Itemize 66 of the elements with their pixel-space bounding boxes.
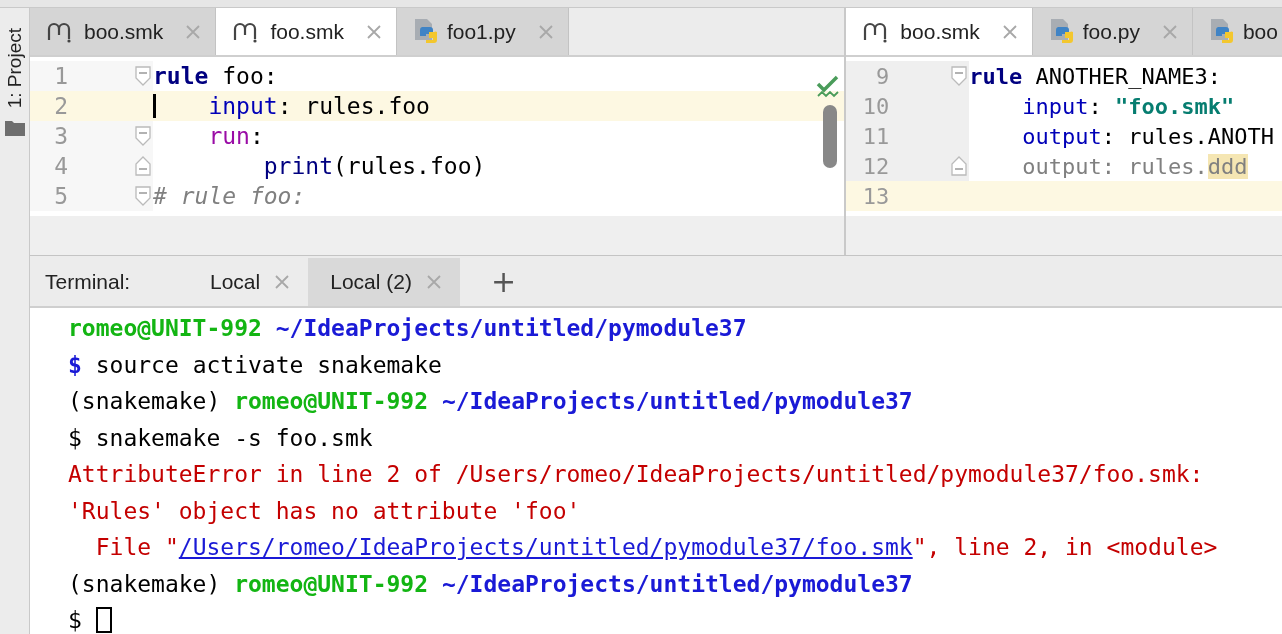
terminal-line: $: [68, 607, 83, 634]
close-icon[interactable]: [274, 274, 291, 290]
line-number: 12: [861, 153, 890, 179]
python-file-icon: [1208, 17, 1235, 46]
terminal-line: (snakemake) romeo@UNIT-992 ~/IdeaProjects/untitled/pymodule37: [68, 388, 913, 415]
terminal-line: File "/Users/romeo/IdeaProjects/untitled/pymodule37/foo.smk", line 2, in <module>: [94, 534, 1218, 561]
line-number: 3: [53, 123, 68, 149]
fold-marker-icon[interactable]: [135, 186, 151, 206]
editor-tab[interactable]: foo.smk: [216, 8, 397, 55]
editor-tab[interactable]: boo.smk: [30, 8, 217, 55]
terminal-cursor: [95, 607, 112, 634]
editor-tab[interactable]: foo1.py: [396, 8, 569, 55]
code-line: input: "foo.smk": [1021, 93, 1235, 119]
python-file-icon: [1048, 17, 1075, 46]
code-line: output: rules.ddd: [1021, 153, 1248, 179]
terminal-line: 'Rules' object has no attribute 'foo': [68, 497, 581, 524]
line-number: 4: [53, 153, 68, 179]
close-icon[interactable]: [425, 274, 442, 290]
new-session-button[interactable]: +: [484, 267, 523, 297]
terminal-line: AttributeError in line 2 of /Users/romeo/IdeaProjects/untitled/pymodule37/foo.smk:: [68, 461, 1204, 488]
code-line: output: rules.ANOTH: [1021, 123, 1274, 149]
project-tool-tab[interactable]: 1: Project: [3, 28, 26, 109]
editor-tab[interactable]: boo.smk: [846, 8, 1033, 55]
tab-label: boo.smk: [84, 19, 164, 44]
line-number: 13: [861, 183, 890, 209]
tab-label: foo.smk: [270, 19, 344, 44]
code-line: input: rules.foo: [207, 93, 430, 119]
close-icon[interactable]: [537, 23, 554, 40]
close-icon[interactable]: [1001, 23, 1018, 40]
tab-label: foo.py: [1082, 19, 1140, 44]
fold-marker-icon[interactable]: [135, 126, 151, 146]
editor-tab[interactable]: boo: [1192, 8, 1282, 55]
code-line: rule ANOTHER_NAME3:: [969, 63, 1221, 89]
terminal-line: romeo@UNIT-992 ~/IdeaProjects/untitled/pymodule37: [68, 315, 747, 342]
editor-tab[interactable]: foo.py: [1032, 8, 1193, 55]
folder-icon[interactable]: [4, 120, 25, 137]
check-icon[interactable]: [816, 75, 841, 99]
fold-marker-icon[interactable]: [135, 66, 151, 86]
tab-label: boo: [1242, 19, 1278, 44]
line-number: 9: [875, 63, 890, 89]
code-line: print(rules.foo): [262, 153, 486, 179]
terminal-title: Terminal:: [44, 270, 132, 294]
code-line: run:: [207, 123, 264, 149]
file-link[interactable]: /Users/romeo/IdeaProjects/untitled/pymodule37/foo.smk: [178, 534, 913, 561]
close-icon[interactable]: [1161, 23, 1178, 40]
close-icon[interactable]: [365, 23, 382, 40]
fold-marker-icon[interactable]: [951, 66, 968, 86]
line-number: 2: [53, 93, 68, 119]
terminal-tab[interactable]: Local (2): [308, 258, 460, 306]
terminal-line: $ snakemake -s foo.smk: [68, 424, 373, 451]
fold-marker-icon[interactable]: [951, 156, 968, 176]
tab-label: boo.smk: [900, 19, 980, 44]
terminal-line: $ source activate snakemake: [68, 351, 442, 378]
close-icon[interactable]: [185, 23, 202, 40]
code-line: rule foo:: [153, 63, 278, 89]
terminal-tab[interactable]: Local: [188, 258, 309, 306]
tab-label: foo1.py: [446, 19, 516, 44]
line-number: 1: [53, 63, 68, 89]
terminal-line: (snakemake) romeo@UNIT-992 ~/IdeaProjects/untitled/pymodule37: [68, 570, 913, 597]
line-number: 5: [53, 183, 68, 209]
code-line: # rule foo:: [153, 183, 306, 209]
scrollbar-thumb[interactable]: [823, 105, 838, 168]
line-number: 11: [861, 123, 890, 149]
line-number: 10: [861, 93, 890, 119]
python-file-icon: [412, 17, 439, 46]
fold-marker-icon[interactable]: [135, 156, 151, 176]
